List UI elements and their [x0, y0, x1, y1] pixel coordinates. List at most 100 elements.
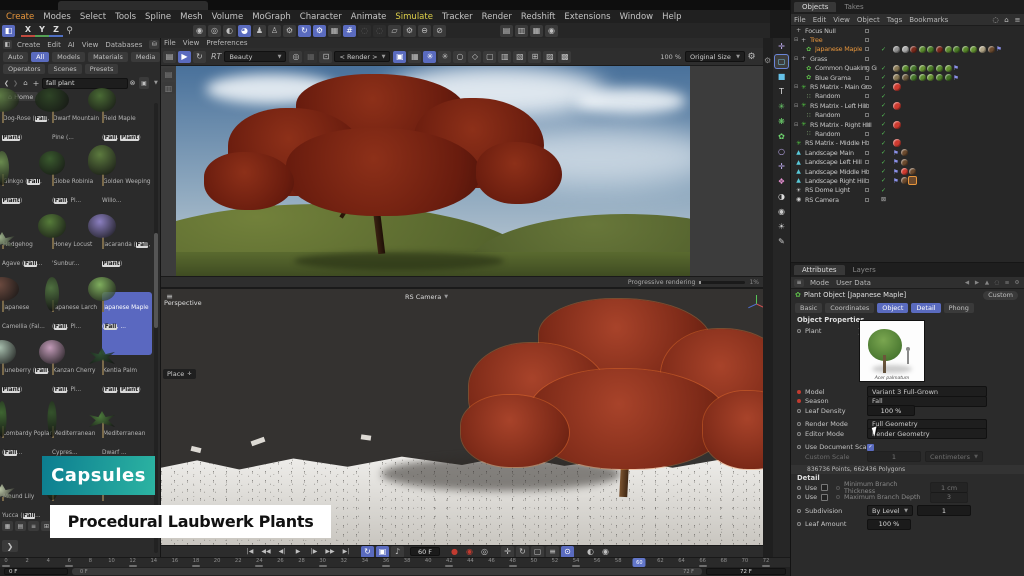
attr-tab-button-detail[interactable]: Detail [911, 303, 940, 313]
material-chip[interactable] [909, 168, 916, 175]
object-row[interactable]: ∷Random✓ [791, 92, 1024, 101]
enabled-check-icon[interactable]: ✓ [881, 159, 886, 166]
tag-chips[interactable]: ⚑ [893, 45, 1004, 53]
user-account-icon[interactable]: ◉ [545, 25, 558, 37]
circle-icon[interactable]: ○ [453, 51, 466, 63]
enabled-check-icon[interactable]: ✓ [881, 74, 886, 81]
snapshot-icon[interactable]: ✳ [423, 51, 436, 63]
lock-axis-icon[interactable]: ⊖ [418, 25, 431, 37]
param-dot[interactable] [797, 329, 801, 333]
param-value-field[interactable]: 100 % [867, 405, 915, 416]
camera-tool-icon[interactable]: ◉ [775, 205, 788, 218]
new-folder-icon[interactable]: + [32, 77, 40, 89]
view-detail-icon[interactable]: ≡ [28, 521, 39, 531]
current-frame-field[interactable]: 60 F [410, 547, 440, 556]
expand-icon[interactable]: ⊟ [794, 103, 798, 109]
param-value-field[interactable]: 1 [917, 505, 971, 516]
lock-icon[interactable]: ▣ [139, 77, 149, 89]
rv-menu-view[interactable]: View [183, 39, 200, 47]
refresh-icon[interactable]: ↻ [193, 51, 206, 63]
save-incr-icon[interactable]: ▦ [530, 25, 543, 37]
tag-chips[interactable] [893, 121, 903, 129]
material-chip[interactable] [962, 46, 969, 53]
menu-simulate[interactable]: Simulate [395, 12, 433, 22]
menu-spline[interactable]: Spline [145, 12, 171, 22]
material-chip[interactable] [936, 74, 943, 81]
filter-tab-all[interactable]: All [31, 52, 49, 62]
visibility-dots[interactable] [865, 113, 871, 117]
param-dot[interactable] [797, 432, 801, 436]
document-tab[interactable] [58, 1, 208, 10]
object-row[interactable]: ◉RS Camera⊠ [791, 195, 1024, 204]
keyframe-selection-icon[interactable]: ◎ [478, 546, 491, 558]
menu-extensions[interactable]: Extensions [564, 12, 610, 22]
cloth-icon[interactable]: ◐ [223, 25, 236, 37]
enabled-check-icon[interactable]: ✓ [881, 177, 886, 184]
material-chip[interactable] [901, 159, 908, 166]
snap-icon[interactable]: # [343, 25, 356, 37]
visibility-dots[interactable] [865, 66, 871, 70]
expand-icon[interactable]: ⊟ [794, 37, 798, 43]
expand-icon[interactable]: ⊟ [794, 122, 798, 128]
material-chip[interactable] [893, 46, 900, 53]
attr-tab-attributes[interactable]: Attributes [794, 265, 845, 275]
dim-icon-b[interactable]: ◌ [373, 25, 386, 37]
menu-tracker[interactable]: Tracker [442, 12, 473, 22]
disabled-cross-icon[interactable]: ⊠ [881, 196, 886, 203]
asset-menu-ai[interactable]: AI [68, 41, 75, 49]
menu-mograph[interactable]: MoGraph [252, 12, 291, 22]
view-list-icon[interactable]: ▤ [15, 521, 26, 531]
object-row[interactable]: ⊟✳RS Matrix - Main Ground✓ [791, 82, 1024, 91]
light-tool-icon[interactable]: ☀ [775, 220, 788, 233]
enabled-check-icon[interactable]: ✓ [881, 140, 886, 147]
tag-chips[interactable]: ⚑ [893, 74, 961, 82]
material-chip[interactable] [901, 149, 908, 156]
object-row[interactable]: ⊟+Grass [791, 54, 1024, 63]
material-chip[interactable] [927, 46, 934, 53]
menu-select[interactable]: Select [80, 12, 106, 22]
no-rotation-icon[interactable]: ⊘ [433, 25, 446, 37]
om-menu-bookmarks[interactable]: Bookmarks [909, 16, 948, 24]
enabled-check-icon[interactable]: ✓ [881, 121, 886, 128]
object-row[interactable]: +Focus Null [791, 26, 1024, 35]
grid-icon[interactable]: ▦ [304, 51, 317, 63]
visibility-dots[interactable] [865, 170, 871, 174]
material-chip[interactable] [893, 102, 901, 110]
attr-tab-button-coordinates[interactable]: Coordinates [825, 303, 874, 313]
object-row[interactable]: ✿Blue Grama✓⚑ [791, 73, 1024, 82]
visibility-dots[interactable] [865, 160, 871, 164]
menu-volume[interactable]: Volume [212, 12, 244, 22]
goto-start-icon[interactable]: |◀ [243, 546, 257, 558]
fit-icon[interactable]: ▢ [483, 51, 496, 63]
save-layout-icon[interactable]: ▥ [515, 25, 528, 37]
asset-item[interactable]: Kentia Palm (Fall, Plant) [102, 355, 152, 418]
render-slot-dropdown[interactable]: < Render >▼ [334, 51, 390, 62]
object-row[interactable]: ∷Random✓ [791, 111, 1024, 120]
asset-menu-create[interactable]: Create [17, 41, 40, 49]
render-pass-dropdown[interactable]: Beauty▼ [224, 51, 286, 62]
search-icon[interactable]: ◌ [993, 277, 1001, 289]
expand-icon[interactable]: ⊟ [794, 56, 798, 62]
unit-dropdown[interactable]: Centimeters▼ [925, 451, 983, 462]
filter-tab-media[interactable]: Media [131, 52, 161, 62]
enabled-check-icon[interactable]: ✓ [881, 84, 886, 91]
rv-menu-preferences[interactable]: Preferences [206, 39, 247, 47]
tag-chips[interactable]: ⚑ [893, 168, 918, 176]
forward-icon[interactable]: ❯ [12, 77, 19, 89]
material-chip[interactable] [953, 46, 960, 53]
home-icon[interactable]: ⌂ [1002, 14, 1011, 26]
object-row[interactable]: ▲Landscape Middle Hill✓⚑ [791, 167, 1024, 176]
enabled-check-icon[interactable]: ✓ [881, 65, 886, 72]
section-tab-scenes[interactable]: Scenes [48, 64, 81, 74]
history-b-icon[interactable]: ▥ [162, 82, 175, 94]
menu-render[interactable]: Render [482, 12, 512, 22]
material-chip[interactable] [970, 46, 977, 53]
param-value-field[interactable]: 1 [867, 451, 921, 462]
enabled-check-icon[interactable]: ✓ [881, 168, 886, 175]
om-menu-object[interactable]: Object [857, 16, 880, 24]
visibility-dots[interactable] [865, 47, 871, 51]
rigid-body-icon[interactable]: ◉ [193, 25, 206, 37]
picture-viewer-icon[interactable]: ▨ [543, 51, 556, 63]
visibility-dots[interactable] [865, 85, 871, 89]
enabled-check-icon[interactable]: ✓ [881, 130, 886, 137]
